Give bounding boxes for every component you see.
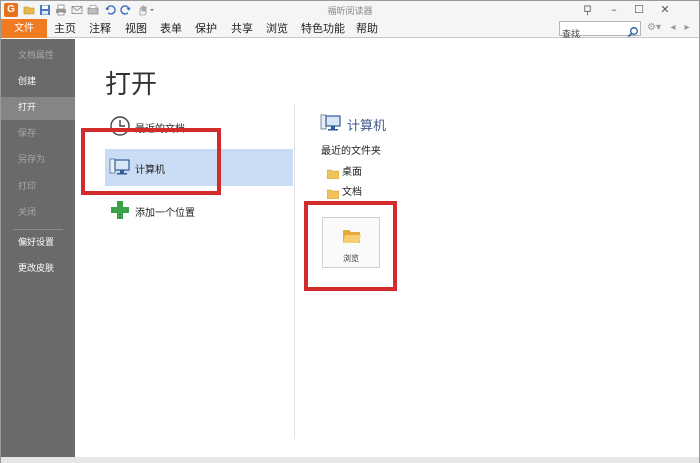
location-label: 最近的文档 <box>135 124 185 135</box>
sidebar-item-print[interactable]: 打印 <box>1 176 75 199</box>
menu-view[interactable]: 视图 <box>125 19 147 38</box>
panel-divider <box>294 104 295 439</box>
recent-folders-label: 最近的文件夹 <box>321 146 381 157</box>
sidebar-item-change-skin[interactable]: 更改皮肤 <box>1 258 75 281</box>
status-bar <box>1 457 699 463</box>
computer-heading: 计算机 <box>347 119 387 134</box>
location-label: 计算机 <box>135 165 165 176</box>
computer-icon <box>109 156 131 178</box>
search-icon[interactable] <box>627 23 639 38</box>
menu-form[interactable]: 表单 <box>160 19 182 38</box>
sidebar-item-doc-properties[interactable]: 文档属性 <box>1 45 75 68</box>
maximize-button[interactable]: ☐ <box>630 2 648 18</box>
plus-icon <box>109 199 131 221</box>
app-window: G 福昕阅读器 – ☐ ✕ 文件 主页 注释 视图 表单 保护 共享 浏览 特色… <box>0 0 700 463</box>
clock-icon <box>109 115 131 137</box>
menu-comment[interactable]: 注释 <box>89 19 111 38</box>
menu-browse[interactable]: 浏览 <box>266 19 288 38</box>
folder-icon <box>326 164 340 180</box>
folder-icon <box>326 184 340 200</box>
settings-icon[interactable]: ⚙▾ <box>644 22 664 34</box>
sidebar-item-preferences[interactable]: 偏好设置 <box>1 232 75 255</box>
close-button[interactable]: ✕ <box>656 2 674 18</box>
menu-share[interactable]: 共享 <box>231 19 253 38</box>
sidebar-item-save-as[interactable]: 另存为 <box>1 149 75 172</box>
sidebar-item-close[interactable]: 关闭 <box>1 202 75 225</box>
sidebar-item-save[interactable]: 保存 <box>1 123 75 146</box>
menu-protect[interactable]: 保护 <box>195 19 217 38</box>
pin-icon[interactable] <box>578 2 596 18</box>
menu-help[interactable]: 帮助 <box>356 19 378 38</box>
file-sidebar: 文档属性 创建 打开 保存 另存为 打印 关闭 偏好设置 更改皮肤 <box>1 39 75 457</box>
computer-icon <box>320 112 342 134</box>
menu-home[interactable]: 主页 <box>54 19 76 38</box>
location-computer[interactable]: 计算机 <box>105 149 293 186</box>
sidebar-item-open[interactable]: 打开 <box>1 97 75 120</box>
prev-arrow-icon[interactable]: ◂ <box>667 22 679 34</box>
location-add-place[interactable]: 添加一个位置 <box>105 192 293 229</box>
menu-file[interactable]: 文件 <box>1 19 47 38</box>
minimize-button[interactable]: – <box>605 2 623 18</box>
next-arrow-icon[interactable]: ▸ <box>681 22 693 34</box>
folder-label: 桌面 <box>342 167 362 178</box>
menu-bar: 文件 主页 注释 视图 表单 保护 共享 浏览 特色功能 帮助 ⚙▾ ◂ ▸ <box>1 19 699 40</box>
browse-label: 浏览 <box>343 254 359 263</box>
open-folder-icon <box>342 228 362 244</box>
location-label: 添加一个位置 <box>135 208 195 219</box>
search-box <box>559 21 641 40</box>
browse-button[interactable]: 浏览 <box>322 217 380 268</box>
page-title: 打开 <box>105 70 158 100</box>
location-recent-documents[interactable]: 最近的文档 <box>105 108 293 145</box>
open-panel: 打开 最近的文档 计算机 添加一个位置 计算机 最近的文件夹 桌面 文档 浏览 <box>75 39 699 457</box>
menu-features[interactable]: 特色功能 <box>301 19 345 38</box>
sidebar-item-create[interactable]: 创建 <box>1 71 75 94</box>
title-bar: G 福昕阅读器 – ☐ ✕ <box>1 1 699 19</box>
folder-label: 文档 <box>342 187 362 198</box>
sidebar-divider <box>13 229 63 230</box>
